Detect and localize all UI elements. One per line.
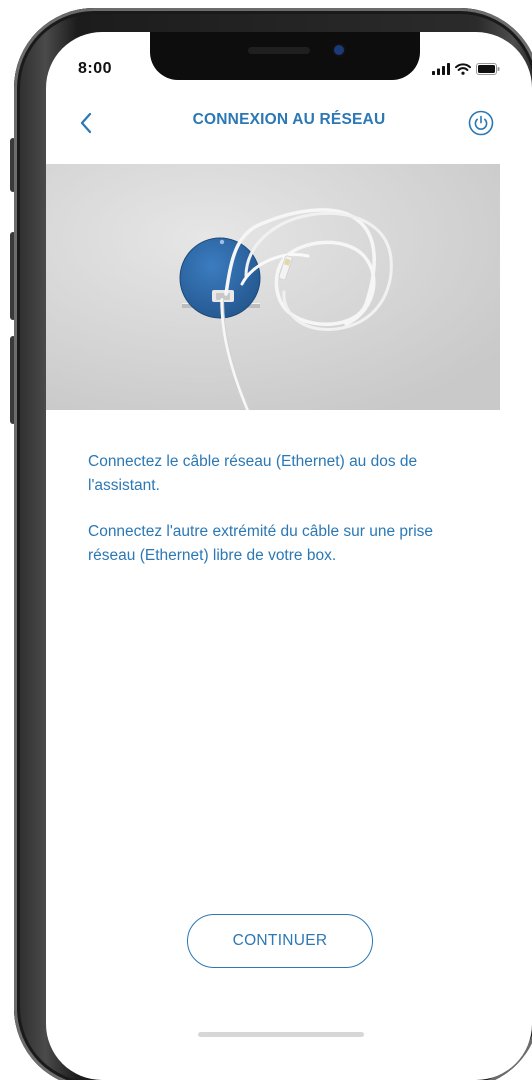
device-photo [46,164,500,410]
page-title: CONNEXION AU RÉSEAU [192,111,386,128]
notch [150,32,420,80]
continue-button[interactable]: CONTINUER [187,914,373,968]
status-icons [432,62,500,76]
speaker-grille [248,47,310,54]
home-indicator[interactable] [198,1032,364,1037]
power-button[interactable] [468,110,494,136]
battery-icon [476,63,500,75]
status-time: 8:00 [78,60,113,77]
ethernet-cable-illustration [46,164,500,410]
stage: 8:00 CONNEXION AU RÉSEAU Connectez le câ… [0,0,532,1080]
instruction-step-1: Connectez le câble réseau (Ethernet) au … [88,453,418,494]
phone-screen: 8:00 CONNEXION AU RÉSEAU Connectez le câ… [46,32,532,1080]
power-icon [468,110,494,136]
instruction-step-2: Connectez l'autre extrémité du câble sur… [88,523,434,564]
wifi-icon [455,63,471,75]
instructions: Connectez le câble réseau (Ethernet) au … [88,450,468,590]
signal-icon [432,63,450,75]
front-camera [334,45,344,55]
